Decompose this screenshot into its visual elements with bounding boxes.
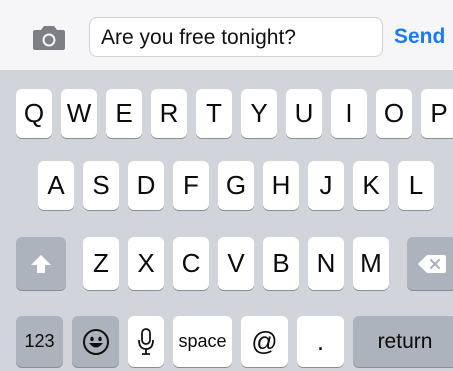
- key-b[interactable]: B: [263, 237, 299, 290]
- key-y[interactable]: Y: [241, 89, 277, 138]
- numbers-key[interactable]: 123: [16, 316, 63, 367]
- camera-icon[interactable]: [29, 23, 69, 53]
- message-input[interactable]: Are you free tonight?: [89, 17, 383, 57]
- key-d[interactable]: D: [128, 161, 164, 210]
- key-n[interactable]: N: [308, 237, 344, 290]
- key-m[interactable]: M: [353, 237, 389, 290]
- key-z[interactable]: Z: [83, 237, 119, 290]
- key-x[interactable]: X: [128, 237, 164, 290]
- key-l[interactable]: L: [398, 161, 434, 210]
- delete-key[interactable]: [407, 237, 453, 290]
- key-k[interactable]: K: [353, 161, 389, 210]
- key-s[interactable]: S: [83, 161, 119, 210]
- key-r[interactable]: R: [151, 89, 187, 138]
- delete-icon: [417, 253, 447, 275]
- microphone-icon: [137, 327, 155, 357]
- message-composer: Are you free tonight? Send: [0, 0, 453, 71]
- key-g[interactable]: G: [218, 161, 254, 210]
- key-w[interactable]: W: [61, 89, 97, 138]
- key-i[interactable]: I: [331, 89, 367, 138]
- period-key[interactable]: .: [297, 316, 344, 367]
- key-c[interactable]: C: [173, 237, 209, 290]
- key-v[interactable]: V: [218, 237, 254, 290]
- key-t[interactable]: T: [196, 89, 232, 138]
- emoji-icon: [82, 328, 110, 356]
- key-a[interactable]: A: [38, 161, 74, 210]
- key-f[interactable]: F: [173, 161, 209, 210]
- emoji-key[interactable]: [72, 316, 119, 367]
- space-key[interactable]: space: [173, 316, 232, 367]
- shift-icon: [29, 253, 53, 275]
- key-h[interactable]: H: [263, 161, 299, 210]
- keyboard: Q W E R T Y U I O P A S D F G H J K L Z …: [0, 71, 453, 371]
- at-key[interactable]: @: [241, 316, 288, 367]
- key-e[interactable]: E: [106, 89, 142, 138]
- send-button[interactable]: Send: [394, 17, 445, 57]
- shift-key[interactable]: [16, 237, 66, 290]
- key-p[interactable]: P: [421, 89, 453, 138]
- dictation-key[interactable]: [128, 316, 164, 367]
- key-u[interactable]: U: [286, 89, 322, 138]
- key-q[interactable]: Q: [16, 89, 52, 138]
- key-j[interactable]: J: [308, 161, 344, 210]
- return-key[interactable]: return: [353, 316, 453, 367]
- key-o[interactable]: O: [376, 89, 412, 138]
